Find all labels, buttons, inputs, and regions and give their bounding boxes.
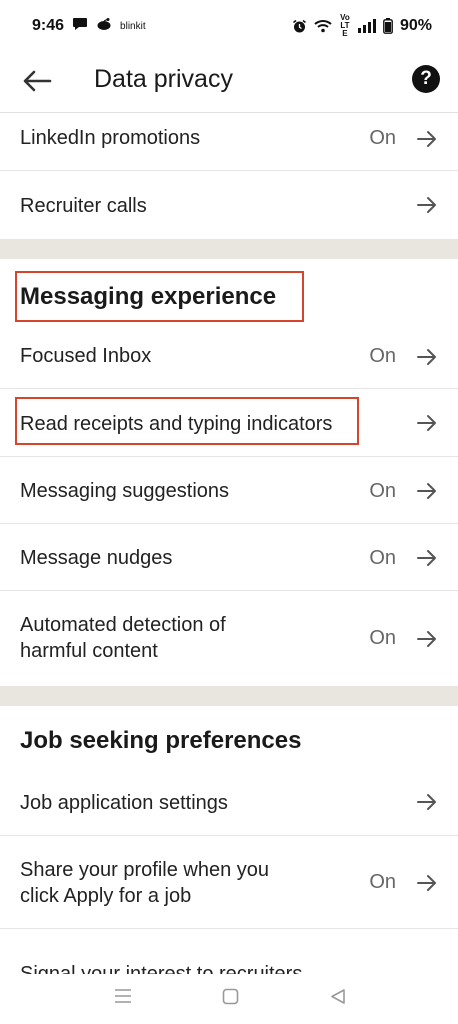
highlight-box-messaging-title bbox=[15, 271, 304, 322]
setting-label: Recruiter calls bbox=[20, 195, 147, 217]
setting-row-job-application-settings[interactable]: Job application settings bbox=[0, 771, 458, 836]
status-left: 9:46 blinkit bbox=[32, 17, 146, 36]
setting-value: On bbox=[369, 127, 396, 149]
home-square-icon bbox=[222, 988, 239, 1005]
arrow-right-icon bbox=[417, 550, 436, 566]
settings-list[interactable]: LinkedIn promotions On Recruiter calls M… bbox=[0, 112, 458, 974]
setting-value: On bbox=[369, 871, 396, 893]
page-title: Data privacy bbox=[94, 65, 233, 93]
setting-row-focused-inbox[interactable]: Focused Inbox On bbox=[0, 323, 458, 389]
status-time: 9:46 bbox=[32, 17, 65, 34]
chat-notification-icon bbox=[72, 17, 88, 36]
setting-row-messaging-suggestions[interactable]: Messaging suggestions On bbox=[0, 457, 458, 524]
setting-label: Focused Inbox bbox=[20, 345, 152, 367]
nav-home-button[interactable] bbox=[222, 988, 239, 1010]
arrow-right-icon bbox=[417, 631, 436, 647]
setting-label: LinkedIn promotions bbox=[20, 127, 201, 149]
help-button[interactable]: ? bbox=[412, 65, 440, 93]
setting-label: Messaging suggestions bbox=[20, 480, 230, 502]
status-bar: 9:46 blinkit Vo LTE 90% bbox=[0, 0, 458, 52]
help-circle-icon: ? bbox=[420, 68, 432, 89]
section-divider bbox=[0, 686, 458, 706]
section-title-job-seeking: Job seeking preferences bbox=[20, 727, 302, 754]
setting-label-line1: Share your profile when you bbox=[20, 859, 270, 881]
back-triangle-icon bbox=[331, 989, 345, 1004]
volte-indicator: Vo LTE bbox=[340, 13, 350, 38]
highlight-box-read-receipts bbox=[15, 397, 359, 445]
section-divider bbox=[0, 239, 458, 259]
setting-label-line2: click Apply for a job bbox=[20, 885, 192, 907]
wifi-icon bbox=[314, 19, 332, 33]
battery-icon bbox=[383, 18, 393, 34]
setting-value: On bbox=[369, 547, 396, 569]
reddit-notification-icon bbox=[96, 17, 112, 36]
arrow-right-icon bbox=[417, 197, 436, 213]
setting-row-recruiter-calls[interactable]: Recruiter calls bbox=[0, 171, 458, 239]
back-button[interactable] bbox=[20, 66, 54, 96]
arrow-right-icon bbox=[417, 875, 436, 891]
battery-percent: 90% bbox=[399, 17, 432, 34]
alarm-icon bbox=[292, 19, 307, 34]
setting-label: Message nudges bbox=[20, 547, 173, 569]
arrow-right-icon bbox=[417, 483, 436, 499]
arrow-right-icon bbox=[417, 131, 436, 147]
setting-row-linkedin-promotions[interactable]: LinkedIn promotions On bbox=[0, 113, 458, 171]
setting-row-automated-detection[interactable]: Automated detection of harmful content O… bbox=[0, 591, 458, 687]
setting-value: On bbox=[369, 480, 396, 502]
arrow-left-icon bbox=[23, 70, 52, 92]
system-nav-bar bbox=[0, 974, 458, 1024]
setting-label-line1: Automated detection of bbox=[20, 614, 226, 636]
setting-row-message-nudges[interactable]: Message nudges On bbox=[0, 524, 458, 591]
app-header: Data privacy ? bbox=[0, 52, 458, 112]
setting-value: On bbox=[369, 345, 396, 367]
signal-icon bbox=[357, 19, 376, 33]
status-right: Vo LTE 90% bbox=[292, 14, 432, 38]
arrow-right-icon bbox=[417, 415, 436, 431]
arrow-right-icon bbox=[417, 794, 436, 810]
setting-value: On bbox=[369, 627, 396, 649]
blinkit-notification-icon: blinkit bbox=[120, 20, 146, 32]
setting-label: Signal your interest to recruiters bbox=[20, 963, 303, 974]
nav-back-button[interactable] bbox=[330, 988, 346, 1010]
setting-row-signal-interest[interactable]: Signal your interest to recruiters bbox=[0, 929, 458, 974]
nav-menu-button[interactable] bbox=[114, 988, 132, 1009]
menu-icon bbox=[115, 989, 131, 1003]
setting-label: Job application settings bbox=[20, 792, 228, 814]
setting-label-line2: harmful content bbox=[20, 640, 158, 662]
arrow-right-icon bbox=[417, 349, 436, 365]
setting-row-share-profile[interactable]: Share your profile when you click Apply … bbox=[0, 836, 458, 929]
